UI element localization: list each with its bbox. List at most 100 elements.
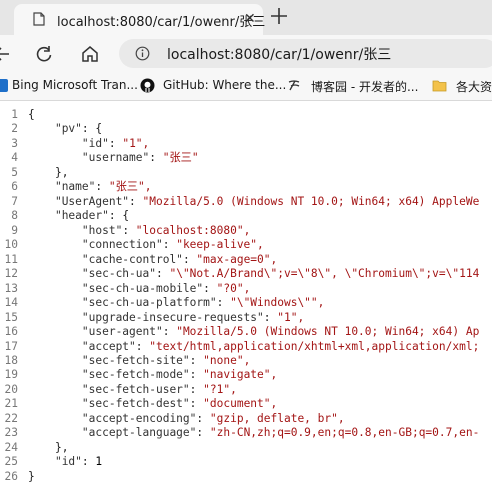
json-line: "id": 1 [54,455,103,469]
line-number: 2 [11,122,18,136]
json-line: "username": "张三" [81,151,199,165]
json-value: "\"Not.A/Brand\";v=\"8\", \"Chromium\";v… [169,267,480,281]
cnblogs-icon [288,80,300,91]
json-key: "sec-fetch-site" [81,353,190,367]
json-value: "localhost:8080", [135,223,251,237]
info-icon[interactable] [135,46,150,61]
line-number: 12 [4,267,18,281]
bookmarks-bar: Bing Microsoft Tran... GitHub: Where the… [0,72,492,101]
json-value: }, [54,440,69,454]
json-value: "none", [203,353,251,367]
github-icon [140,78,155,93]
line-number: 7 [11,194,18,208]
json-value: "document", [203,397,278,411]
line-number: 20 [4,382,18,396]
back-arrow-icon[interactable] [0,44,12,64]
bookmark-bing-translator[interactable]: Bing Microsoft Tran... [12,78,138,92]
json-line: "pv": { [28,122,479,136]
bing-translator-icon [0,79,8,92]
line-number: 15 [4,310,18,324]
line-number: 26 [4,469,18,483]
json-value: "keep-alive", [176,238,264,252]
json-key: "sec-fetch-mode" [81,368,190,382]
json-value: "max-age=0", [196,252,278,266]
bookmark-folder[interactable]: 各大资 [456,78,492,95]
json-key: "header" [54,209,109,223]
line-number: 24 [4,440,18,454]
plus-icon[interactable] [268,5,290,27]
json-key: "accept" [81,339,136,353]
json-value: "张三", [108,180,152,194]
json-line: "user-agent": "Mozilla/5.0 (Windows NT 1… [81,325,480,339]
json-value: : { [81,122,103,136]
line-number: 14 [4,296,18,310]
json-key: "accept-encoding" [81,411,197,425]
json-line: "upgrade-insecure-requests": "1", [81,310,305,324]
line-number: 25 [4,455,18,469]
url-text[interactable]: localhost:8080/car/1/owenr/张三 [167,44,391,64]
line-number: 3 [11,136,18,150]
json-value: 1 [95,455,103,469]
line-number: 1 [11,108,18,121]
page-icon [33,12,45,26]
line-number-gutter: 1 2 3 4 5 6 7 8 9 10 11 12 13 14 15 16 17 18 19 20 21 22 23 24 2… [0,108,18,484]
json-key: "pv" [54,122,82,136]
json-key: "sec-fetch-dest" [81,397,190,411]
json-value: "?1", [203,382,237,396]
address-bar[interactable]: localhost:8080/car/1/owenr/张三 [119,39,492,68]
browser-tab[interactable]: localhost:8080/car/1/owenr/张三 ✕ [14,4,266,35]
json-viewer: 1 2 3 4 5 6 7 8 9 10 11 12 13 14 15 16 17 18 19 20 21 22 23 24 2… [0,101,492,488]
json-key: "id" [81,136,109,150]
json-line: "header": { [28,209,479,223]
tab-strip: localhost:8080/car/1/owenr/张三 ✕ [0,0,492,35]
line-number: 21 [4,397,18,411]
json-line: "sec-fetch-site": "none", [81,353,251,367]
line-number: 4 [11,151,18,165]
json-key: "host" [81,223,123,237]
bookmark-github[interactable]: GitHub: Where the... [163,78,286,92]
json-value: }, [54,165,69,179]
json-key: "name" [54,180,96,194]
json-content: { "pv": { "id": "1", "username": "张三" },… [28,108,479,484]
json-value: "zh-CN,zh;q=0.9,en;q=0.8,en-GB;q=0.7,en- [209,426,480,440]
line-number: 5 [11,165,18,179]
bookmark-cnblogs[interactable]: 博客园 - 开发者的... [311,78,418,95]
line-number: 9 [11,223,18,237]
json-line: "accept-language": "zh-CN,zh;q=0.9,en;q=… [81,426,480,440]
json-line: "sec-ch-ua": "\"Not.A/Brand\";v=\"8\", \… [81,267,480,281]
json-value: "张三" [162,151,199,165]
json-key: "upgrade-insecure-requests" [81,310,264,324]
json-value: "Mozilla/5.0 (Windows NT 10.0; Win64; x6… [142,194,480,208]
home-icon[interactable] [80,44,100,64]
json-value: { [28,108,35,121]
json-line: "accept-encoding": "gzip, deflate, br", [81,411,345,425]
json-key: "sec-ch-ua" [81,267,156,281]
json-line: "sec-fetch-dest": "document", [81,397,278,411]
json-key: "connection" [81,238,163,252]
navigation-bar: localhost:8080/car/1/owenr/张三 [0,35,492,72]
tab-close-button[interactable]: ✕ [244,11,256,27]
json-value: "?0", [216,281,251,295]
json-line: "sec-ch-ua-mobile": "?0", [81,281,251,295]
json-value: "Mozilla/5.0 (Windows NT 10.0; Win64; x6… [176,325,480,339]
json-value: "gzip, deflate, br", [209,411,345,425]
json-key: "user-agent" [81,325,163,339]
reload-icon[interactable] [34,44,54,64]
json-line: { [28,108,479,122]
json-key: "accept-language" [81,426,197,440]
json-line: "name": "张三", [54,180,152,194]
tab-title: localhost:8080/car/1/owenr/张三 [57,15,266,30]
line-number: 22 [4,411,18,425]
line-number: 18 [4,353,18,367]
line-number: 6 [11,180,18,194]
line-number: 10 [4,238,18,252]
json-value: : { [108,209,130,223]
json-line: "connection": "keep-alive", [81,238,264,252]
json-key: "UserAgent" [54,194,130,208]
json-value: "1", [277,310,305,324]
line-number: 19 [4,368,18,382]
json-line: "host": "localhost:8080", [81,223,251,237]
json-line: } [28,470,479,484]
json-line: }, [28,441,479,455]
json-value: "\"Windows\"", [230,296,325,310]
